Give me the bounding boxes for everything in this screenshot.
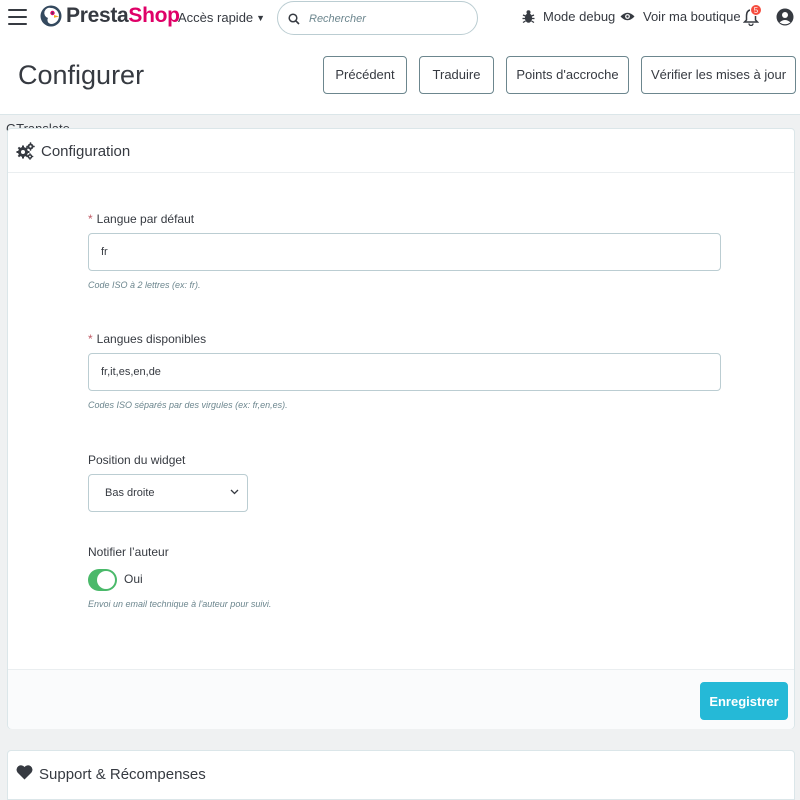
top-navbar: PrestaShop Accès rapide▼ Mode debug Voir… [0, 0, 800, 36]
user-icon [776, 8, 794, 26]
quick-access-dropdown[interactable]: Accès rapide ▼ [178, 10, 265, 25]
widget-position-value: Bas droite [105, 487, 155, 499]
page-title: Configurer [18, 60, 145, 90]
prestashop-logo[interactable]: PrestaShop [40, 4, 180, 28]
gears-icon [16, 142, 35, 160]
search-input[interactable] [309, 9, 469, 29]
view-shop-label: Voir ma boutique [643, 9, 741, 24]
translate-button[interactable]: Traduire [419, 56, 494, 94]
panel-heading: Configuration [8, 129, 794, 173]
widget-position-label: Position du widget [88, 453, 186, 467]
chevron-down-icon [230, 489, 239, 495]
notify-author-toggle[interactable] [88, 569, 117, 591]
notify-author-help: Envoi un email technique à l'auteur pour… [88, 599, 272, 609]
previous-button[interactable]: Précédent [323, 56, 407, 94]
support-panel-title: Support & Récompenses [39, 766, 206, 783]
available-languages-label-text: Langues disponibles [96, 332, 207, 346]
user-account-button[interactable] [776, 8, 794, 31]
notify-author-toggle-label: Oui [124, 572, 143, 586]
default-language-label-text: Langue par défaut [96, 212, 195, 226]
available-languages-label: * Langues disponibles [88, 332, 206, 346]
available-languages-help: Codes ISO séparés par des virgules (ex: … [88, 400, 288, 410]
debug-mode-label: Mode debug [543, 9, 616, 24]
notification-badge: 5 [750, 4, 762, 16]
search-box[interactable] [277, 1, 478, 35]
default-language-label: * Langue par défaut [88, 212, 194, 226]
default-language-input[interactable] [88, 233, 721, 271]
page-header: Configurer Précédent Traduire Points d'a… [0, 36, 800, 115]
available-languages-input[interactable] [88, 353, 721, 391]
configuration-panel: Configuration *Langue par défaut Code IS… [7, 128, 795, 729]
notifications-button[interactable]: 5 [742, 4, 762, 28]
puffin-logo-icon [40, 5, 62, 27]
default-language-help: Code ISO à 2 lettres (ex: fr). [88, 280, 201, 290]
quick-access-label: Accès rapide [178, 10, 254, 25]
support-panel: Support & Récompenses [7, 750, 795, 800]
debug-mode-link[interactable]: Mode debug [522, 9, 615, 24]
caret-down-icon: ▼ [256, 13, 266, 23]
menu-icon[interactable] [8, 9, 27, 25]
view-shop-link[interactable]: Voir ma boutique [620, 9, 741, 24]
required-asterisk: * [88, 332, 93, 346]
panel-footer: Enregistrer [8, 669, 794, 729]
panel-title: Configuration [41, 143, 131, 160]
hooks-button[interactable]: Points d'accroche [506, 56, 629, 94]
save-button[interactable]: Enregistrer [700, 682, 788, 720]
bug-icon [522, 10, 535, 24]
heart-icon [16, 765, 33, 780]
notify-author-label: Notifier l’auteur [88, 545, 169, 559]
check-updates-button[interactable]: Vérifier les mises à jour [641, 56, 796, 94]
search-icon [288, 13, 300, 25]
toggle-knob [97, 571, 115, 589]
eye-icon [620, 12, 635, 21]
required-asterisk: * [88, 212, 93, 226]
widget-position-select[interactable]: Bas droite [88, 474, 248, 512]
